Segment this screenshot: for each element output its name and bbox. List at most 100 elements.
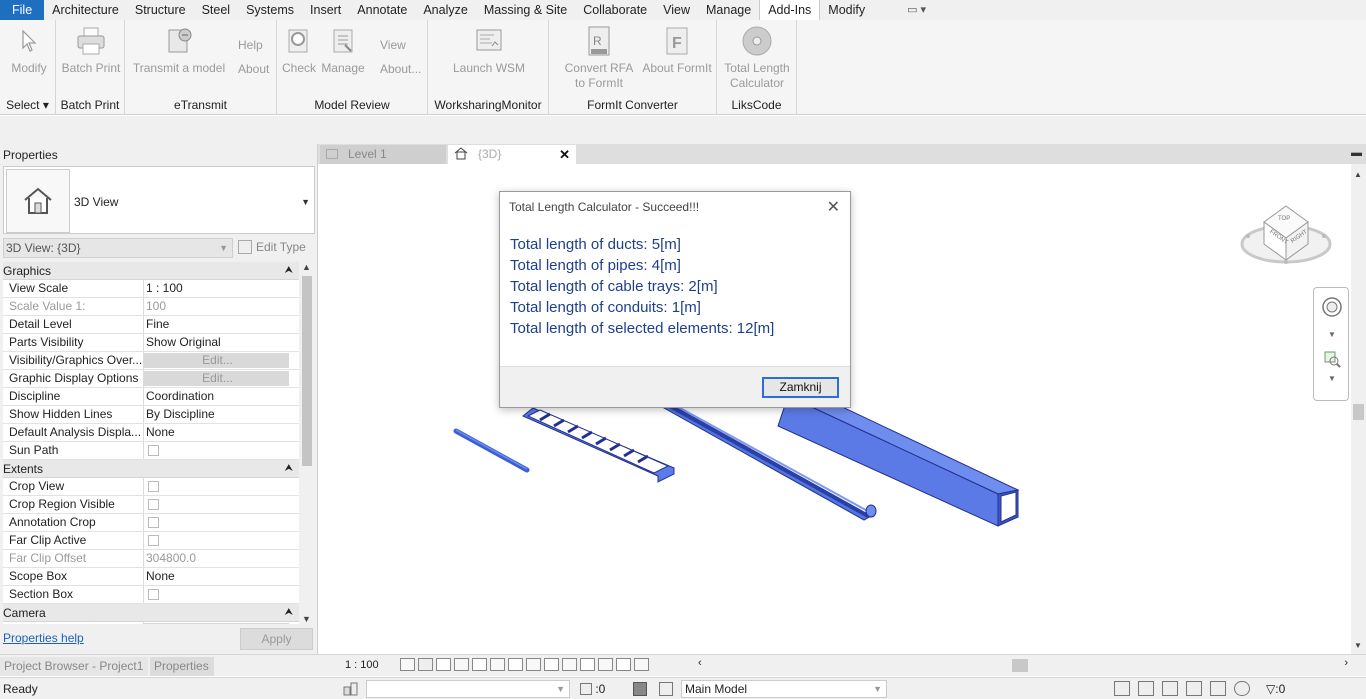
worksets-icon[interactable] [343, 682, 359, 699]
design-options-icon[interactable] [633, 682, 647, 696]
highlight-displacement-icon[interactable] [616, 658, 631, 671]
property-row[interactable]: View Scale 1 : 100 [3, 280, 299, 298]
tab-project-browser[interactable]: Project Browser - Project1 [0, 657, 148, 676]
property-value[interactable]: Show Original [144, 334, 299, 351]
property-row[interactable]: Show Hidden Lines By Discipline [3, 406, 299, 424]
steering-wheel-icon[interactable] [1321, 296, 1343, 321]
workset-dropdown[interactable]: ▼ [366, 680, 570, 698]
tab-steel[interactable]: Steel [194, 0, 239, 20]
properties-scrollbar[interactable]: ▲ ▼ [300, 262, 314, 624]
checkbox[interactable] [148, 517, 159, 528]
scroll-up-icon[interactable]: ▲ [1354, 170, 1362, 179]
property-value[interactable]: Fine [144, 316, 299, 333]
analytical-model-icon[interactable] [598, 658, 613, 671]
exclude-options-icon[interactable] [659, 682, 673, 696]
type-selector[interactable]: 3D View ▼ [3, 166, 315, 234]
worksharing-display-icon[interactable] [580, 658, 595, 671]
modify-button[interactable]: Modify [6, 22, 52, 76]
tab-collaborate[interactable]: Collaborate [575, 0, 655, 20]
temporary-hide-icon[interactable] [544, 658, 559, 671]
property-row[interactable]: Graphic Display Options Edit... [3, 370, 299, 388]
tab-add-ins[interactable]: Add-Ins [759, 0, 821, 20]
tab-architecture[interactable]: Architecture [44, 0, 127, 20]
tab-insert[interactable]: Insert [302, 0, 349, 20]
tab-structure[interactable]: Structure [127, 0, 194, 20]
model-review-view-button[interactable]: View [380, 38, 406, 52]
select-pinned-icon[interactable] [1162, 681, 1178, 696]
scroll-down-icon[interactable]: ▼ [302, 614, 311, 624]
about-formit-button[interactable]: F About FormIt [639, 22, 715, 76]
property-value[interactable]: Coordination [144, 388, 299, 405]
property-value[interactable]: None [144, 568, 299, 585]
transmit-model-button[interactable]: Transmit a model [129, 22, 229, 76]
section-camera[interactable]: Camera ⮝ [3, 604, 299, 622]
property-row[interactable]: Detail Level Fine [3, 316, 299, 334]
property-value[interactable]: 1 : 100 [144, 280, 299, 297]
sun-path-icon[interactable] [436, 658, 451, 671]
tab-analyze[interactable]: Analyze [415, 0, 475, 20]
close-icon[interactable]: ✕ [827, 197, 840, 217]
filter-count[interactable]: ▽:0 [1266, 682, 1285, 696]
edit-type-button[interactable]: Edit Type [238, 238, 314, 258]
checkbox[interactable] [148, 499, 159, 510]
visual-style-icon[interactable] [418, 658, 433, 671]
property-row[interactable]: Visibility/Graphics Over... Edit... [3, 352, 299, 370]
scroll-left-icon[interactable]: ‹ [698, 657, 702, 669]
property-row[interactable]: Crop Region Visible [3, 496, 299, 514]
collapse-icon[interactable]: ⮝ [285, 460, 300, 477]
property-edit-button[interactable]: Edit... [144, 623, 289, 624]
close-dialog-button[interactable]: Zamknij [762, 377, 839, 398]
reveal-hidden-icon[interactable] [562, 658, 577, 671]
tab-annotate[interactable]: Annotate [349, 0, 415, 20]
reveal-constraints-icon[interactable] [634, 658, 649, 671]
tab-manage[interactable]: Manage [698, 0, 759, 20]
property-row[interactable]: Discipline Coordination [3, 388, 299, 406]
collapse-icon[interactable]: ⮝ [285, 604, 300, 621]
viewcube[interactable]: TOP FRONT RIGHT [1240, 205, 1332, 264]
tabs-menu-icon[interactable]: ▬ [1351, 147, 1362, 159]
total-length-calculator-button[interactable]: Total Length Calculator [719, 22, 795, 91]
batch-print-button[interactable]: Batch Print [60, 22, 122, 76]
drag-elements-icon[interactable] [1210, 681, 1226, 696]
property-checkbox[interactable] [144, 442, 299, 459]
etransmit-help-button[interactable]: Help [238, 38, 263, 52]
show-crop-icon[interactable] [526, 658, 541, 671]
scroll-down-icon[interactable]: ▼ [1354, 641, 1362, 650]
chevron-down-icon[interactable]: ▼ [1328, 374, 1336, 383]
property-row[interactable]: Annotation Crop [3, 514, 299, 532]
property-edit-button[interactable]: Edit... [144, 353, 289, 368]
property-checkbox[interactable] [144, 514, 299, 531]
convert-rfa-button[interactable]: R Convert RFA to FormIt [557, 22, 641, 91]
select-panel-label[interactable]: Select ▾ [0, 98, 55, 112]
tab-file[interactable]: File [0, 0, 45, 20]
checkbox[interactable] [148, 589, 159, 600]
detail-level-icon[interactable] [400, 658, 415, 671]
property-row[interactable]: Crop View [3, 478, 299, 496]
property-row[interactable]: Scope Box None [3, 568, 299, 586]
section-extents[interactable]: Extents ⮝ [3, 460, 299, 478]
select-by-face-icon[interactable] [1186, 681, 1202, 696]
apply-button[interactable]: Apply [240, 628, 313, 650]
select-links-toggle-icon[interactable] [1114, 681, 1130, 696]
property-checkbox[interactable] [144, 532, 299, 549]
panel-toggle-dropdown[interactable]: ▭ ▾ [901, 0, 932, 20]
property-row[interactable]: Default Analysis Displa... None [3, 424, 299, 442]
select-underlay-icon[interactable] [1138, 681, 1154, 696]
launch-wsm-button[interactable]: Launch WSM [444, 22, 534, 76]
property-value[interactable]: None [144, 424, 299, 441]
shadows-icon[interactable] [454, 658, 469, 671]
property-row[interactable]: Sun Path [3, 442, 299, 460]
collapse-icon[interactable]: ⮝ [285, 262, 300, 279]
background-processes-icon[interactable] [1234, 681, 1250, 696]
checkbox[interactable] [148, 535, 159, 546]
chevron-down-icon[interactable]: ▼ [1328, 330, 1336, 339]
property-row[interactable]: Section Box [3, 586, 299, 604]
property-row[interactable]: Parts Visibility Show Original [3, 334, 299, 352]
property-edit-button[interactable]: Edit... [144, 371, 289, 386]
property-checkbox[interactable] [144, 586, 299, 603]
canvas-horizontal-scrollbar[interactable]: ‹ › [698, 657, 1348, 672]
canvas-vertical-scrollbar[interactable]: ▲ ▼ [1351, 164, 1366, 654]
close-icon[interactable]: ✕ [559, 145, 570, 164]
scroll-thumb[interactable] [1012, 659, 1028, 672]
property-checkbox[interactable] [144, 478, 299, 495]
